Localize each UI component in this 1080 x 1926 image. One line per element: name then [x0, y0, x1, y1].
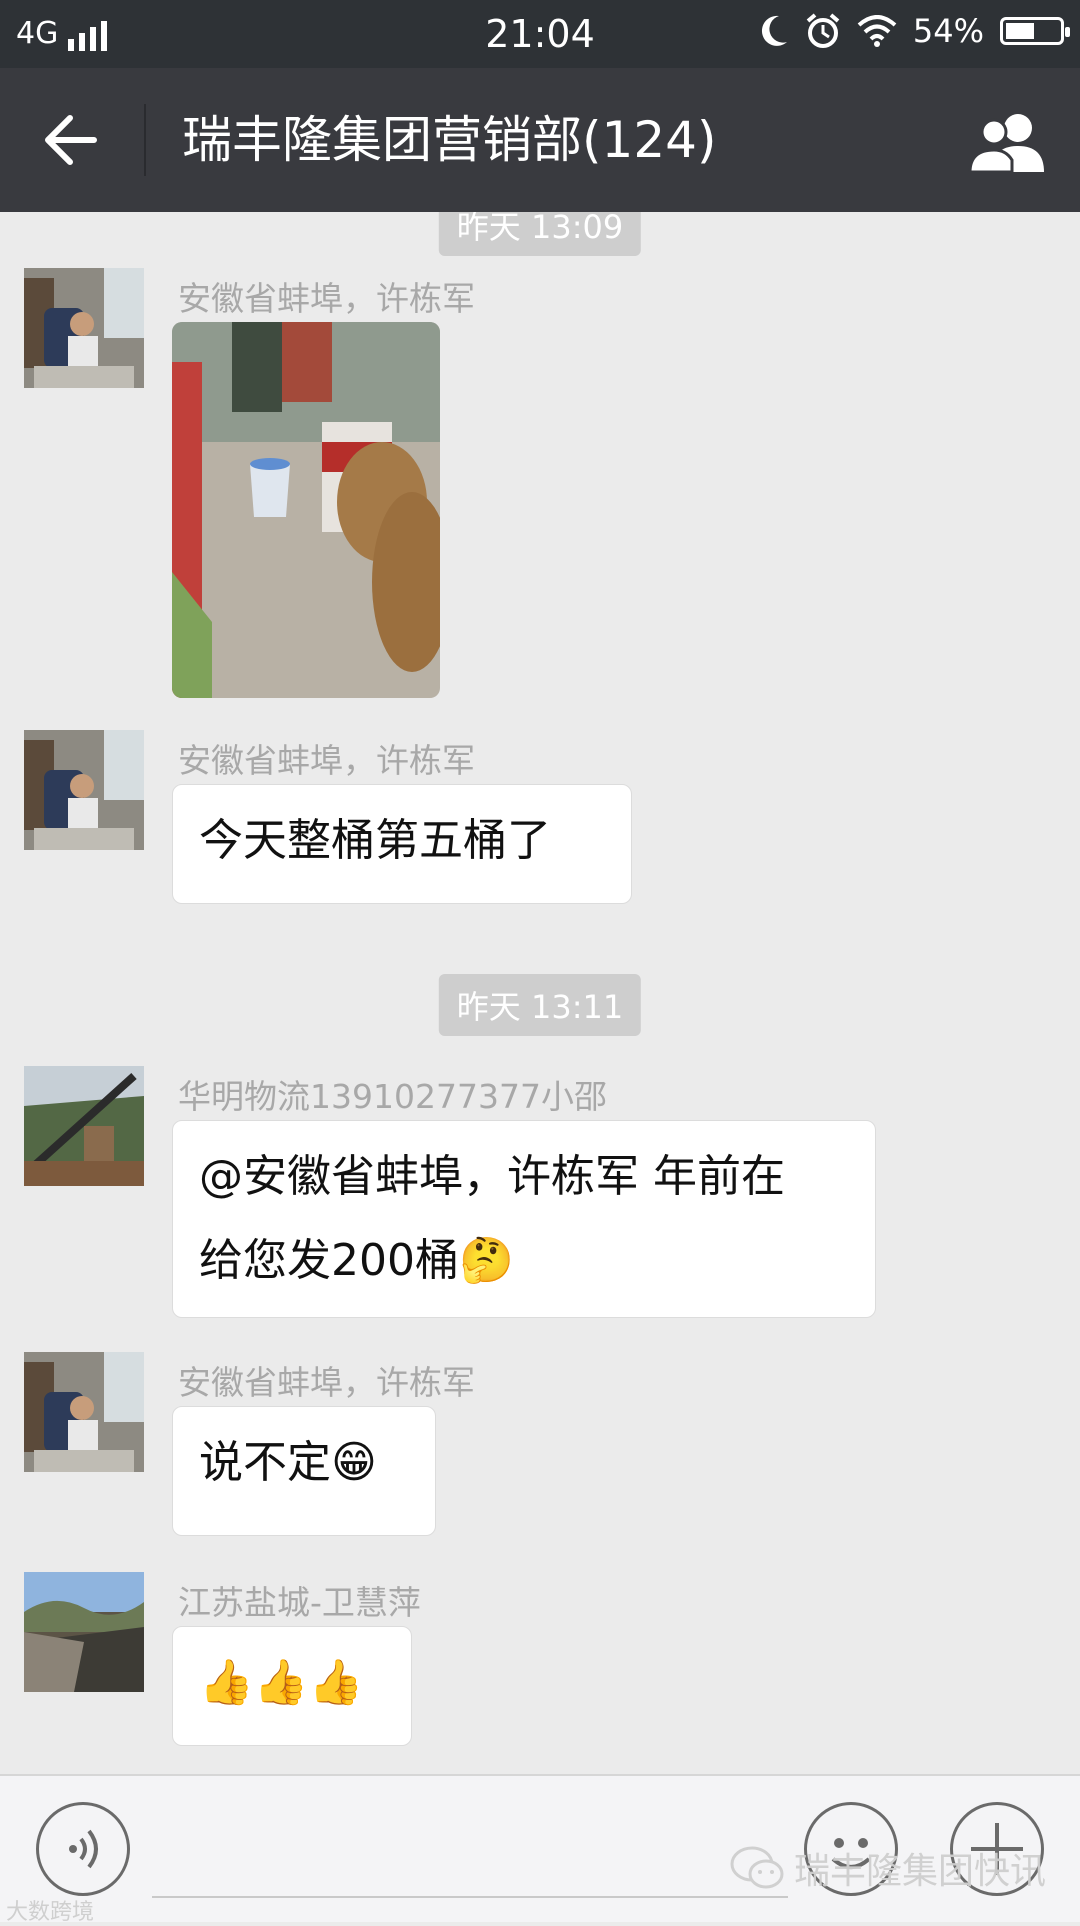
- input-bar: 瑞丰隆集团快讯 大数跨境: [0, 1774, 1080, 1925]
- message-line: @安徽省蚌埠，许栋军 年前在: [199, 1151, 785, 1202]
- back-arrow-icon[interactable]: [40, 110, 100, 170]
- avatar[interactable]: [24, 1572, 144, 1692]
- avatar[interactable]: [24, 730, 144, 850]
- battery-fill: [1006, 23, 1034, 39]
- battery-percent: 54%: [912, 12, 984, 50]
- wifi-icon: [857, 15, 897, 47]
- sender-name: 华明物流13910277377小邵: [178, 1077, 607, 1116]
- corner-watermark: 大数跨境: [6, 1900, 95, 1925]
- battery-icon: [1000, 17, 1070, 45]
- timestamp-partial: 昨天 13:09: [438, 212, 642, 256]
- chat-messages[interactable]: 昨天 13:09 安徽省蚌埠，许栋军 安徽省蚌埠，许栋军 今天整桶第五桶了 昨天…: [0, 212, 1080, 1774]
- group-members-icon[interactable]: [966, 110, 1050, 174]
- watermark-text: 瑞丰隆集团快讯: [793, 1851, 1046, 1892]
- wechat-logo-icon: [730, 1846, 784, 1889]
- sender-name: 江苏盐城-卫慧萍: [178, 1583, 421, 1622]
- message-input[interactable]: [152, 1896, 788, 1898]
- sender-name: 安徽省蚌埠，许栋军: [178, 741, 475, 780]
- timestamp: 昨天 13:11: [438, 974, 642, 1036]
- header-divider: [144, 104, 146, 176]
- thumbs-up-emoji: 👍👍👍: [199, 1657, 364, 1708]
- message-bubble[interactable]: @安徽省蚌埠，许栋军 年前在 给您发200桶🤔: [172, 1120, 876, 1318]
- avatar[interactable]: [24, 1352, 144, 1472]
- status-bar: 4G 21:04 54%: [0, 0, 1080, 68]
- chat-header: 瑞丰隆集团营销部(124): [0, 68, 1080, 212]
- chat-title: 瑞丰隆集团营销部(124): [182, 111, 717, 169]
- grin-emoji: 😁: [331, 1437, 377, 1488]
- thinking-emoji: 🤔: [458, 1235, 514, 1286]
- message-bubble[interactable]: 今天整桶第五桶了: [172, 784, 632, 904]
- sender-name: 安徽省蚌埠，许栋军: [178, 279, 475, 318]
- message-text: 今天整桶第五桶了: [199, 815, 551, 866]
- status-icons: 54%: [759, 12, 1070, 50]
- voice-icon[interactable]: [36, 1802, 130, 1896]
- watermark: 瑞丰隆集团快讯: [730, 1842, 1046, 1894]
- sender-name: 安徽省蚌埠，许栋军: [178, 1363, 475, 1402]
- message-bubble[interactable]: 说不定😁: [172, 1406, 436, 1536]
- avatar[interactable]: [24, 268, 144, 388]
- moon-icon: [761, 15, 787, 46]
- message-line: 给您发200桶🤔: [199, 1235, 514, 1286]
- avatar[interactable]: [24, 1066, 144, 1186]
- photo-thumbnail[interactable]: [172, 322, 440, 698]
- message-text: 说不定: [199, 1437, 331, 1488]
- alarm-icon: [806, 13, 840, 48]
- message-bubble[interactable]: 👍👍👍: [172, 1626, 412, 1746]
